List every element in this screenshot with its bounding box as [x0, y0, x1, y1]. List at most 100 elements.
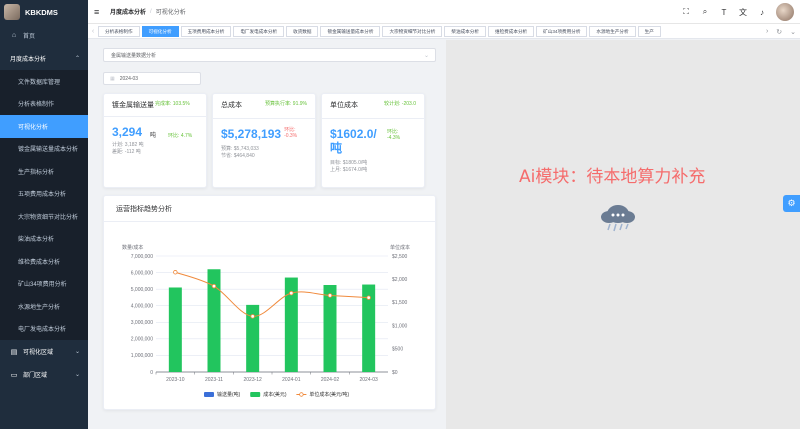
user-avatar[interactable]: [776, 3, 794, 21]
tag-item[interactable]: 分析表格制作: [98, 25, 140, 37]
sidebar-item-label: 矿山34项费用分析: [18, 282, 67, 289]
tags-tail: › ↻ ⌄: [762, 24, 800, 38]
tag-item[interactable]: 可视化分析: [141, 25, 179, 37]
card-unit: 吨: [150, 133, 157, 139]
sidebar-item[interactable]: 文件数据库管理: [0, 70, 88, 93]
card-title: 总成本: [221, 102, 242, 109]
y-tick-left: 5,000,000: [131, 287, 153, 293]
sidebar-item[interactable]: 可视化分析: [0, 115, 88, 138]
bar-cost: [168, 287, 182, 372]
header-actions: ⛶ ⌕ T 文 ♪: [681, 3, 794, 21]
sidebar-item-label: 文件数据库管理: [18, 79, 61, 86]
line-point: [211, 283, 217, 289]
card-divider: [322, 118, 424, 119]
settings-gear-icon[interactable]: ⚙: [783, 195, 800, 212]
translate-icon[interactable]: 文: [738, 7, 748, 17]
font-size-icon[interactable]: T: [719, 7, 729, 17]
sidebar-item[interactable]: 分析表格制作: [0, 93, 88, 116]
tag-item[interactable]: 水源地生产分析: [589, 25, 636, 37]
hamburger-icon[interactable]: ≡: [94, 7, 104, 17]
breadcrumb-item[interactable]: 月度成本分析: [110, 7, 146, 16]
sidebar-item[interactable]: 矿山34项费用分析: [0, 273, 88, 296]
sidebar-item[interactable]: 生产指标分析: [0, 160, 88, 183]
tag-item[interactable]: 柴油成本分析: [444, 25, 486, 37]
cloud-icon: [601, 205, 635, 232]
month-picker[interactable]: ▦ 2024-03: [103, 72, 201, 85]
chart-icon: ▤: [10, 348, 18, 356]
x-tick-label: 2023-12: [243, 377, 262, 383]
sidebar-item-home[interactable]: ⌂ 首页: [0, 24, 88, 47]
card-sub-2: 节省: $464,840: [221, 152, 255, 159]
card-divider: [213, 118, 315, 119]
fullscreen-icon[interactable]: ⛶: [681, 7, 691, 17]
tag-item[interactable]: 矿山34项费用分析: [536, 25, 588, 37]
chevron-up-icon: ⌃: [74, 56, 80, 62]
line-point: [173, 270, 178, 275]
trend-chart-card: 运营指标趋势分析 数量/成本 单位成本 0 1,000,000 2,000,000 3,0…: [103, 195, 436, 410]
y-axis-title-right: 单位成本: [390, 244, 410, 251]
chevron-right-icon[interactable]: ›: [766, 28, 768, 35]
home-icon: ⌂: [11, 32, 17, 39]
sidebar-item-label: 分析表格制作: [18, 102, 55, 109]
sidebar-item-label: 电厂发电成本分析: [18, 327, 67, 334]
x-tick-label: 2023-11: [205, 377, 223, 383]
y-tick-left: 1,000,000: [131, 353, 153, 359]
ai-placeholder-text: Ai模块：待本地算力补充: [519, 167, 706, 187]
chevron-down-icon[interactable]: ⌄: [790, 28, 796, 36]
legend-swatch: [250, 392, 261, 397]
breadcrumb-separator: /: [150, 8, 152, 15]
dataset-select[interactable]: 金属输送量数据分析 ⌄: [103, 48, 436, 62]
sidebar-item-label: 柴油成本分析: [18, 237, 55, 244]
breadcrumb-current: 可视化分析: [155, 10, 186, 16]
card-compare: 环比: -0.3%: [284, 127, 298, 139]
tag-item[interactable]: 镀金属输送量成本分析: [320, 25, 381, 37]
kpi-card-unit-cost: 单位成本 较计划: -203.0 $1602.0/吨 环比: -4.3% 目标:…: [321, 93, 425, 188]
tag-item[interactable]: 电厂发电成本分析: [233, 25, 285, 37]
sidebar-group-label: 部门区域: [23, 373, 48, 379]
sidebar-group-visual[interactable]: ▤ 可视化区域 ⌄: [0, 340, 88, 363]
card-compare: 环比: -4.3%: [387, 129, 401, 141]
card-title: 镀金属输送量: [112, 102, 154, 109]
sidebar-item[interactable]: 五项费用成本分析: [0, 183, 88, 206]
sidebar-item-label: 可视化分析: [18, 124, 49, 131]
sidebar-group-monthly[interactable]: 月度成本分析 ⌃: [0, 47, 88, 70]
tag-item[interactable]: 大宗物资细节对比分析: [382, 25, 443, 37]
legend-swatch: [204, 392, 214, 397]
bar-cost: [323, 285, 337, 372]
sidebar-item[interactable]: 柴油成本分析: [0, 228, 88, 251]
sidebar-item-label: 五项费用成本分析: [18, 192, 67, 199]
app-name: KBKDMS: [25, 7, 58, 17]
sidebar-item[interactable]: 电厂发电成本分析: [0, 318, 88, 341]
chevron-left-icon[interactable]: ‹: [88, 28, 98, 35]
bell-icon[interactable]: ♪: [757, 7, 767, 17]
line-point: [250, 314, 255, 319]
card-sub-2: 差距: -112 吨: [112, 148, 141, 155]
dataset-select-value: 金属输送量数据分析: [111, 52, 157, 59]
card-value: $5,278,193: [221, 127, 282, 141]
monitor-icon: ▭: [10, 371, 18, 379]
tag-item[interactable]: 收货数据: [286, 25, 319, 37]
sidebar-group-label: 月度成本分析: [10, 57, 47, 63]
y-tick-left: 2,000,000: [131, 337, 153, 343]
tag-item[interactable]: 五项费用成本分析: [180, 25, 232, 37]
sidebar-item[interactable]: 大宗物资细节对比分析: [0, 205, 88, 228]
app-logo[interactable]: KBKDMS: [0, 0, 88, 24]
tag-item[interactable]: 维检费成本分析: [487, 25, 535, 37]
sidebar-item[interactable]: 镀金属输送量成本分析: [0, 138, 88, 161]
y-tick-left: 6,000,000: [131, 270, 153, 276]
tag-item[interactable]: 生产: [637, 25, 661, 37]
search-icon[interactable]: ⌕: [700, 7, 710, 17]
card-value: 3,294: [112, 125, 143, 139]
card-sub-2: 上月: $1674.0/吨: [330, 166, 368, 173]
sidebar-item-label: 镀金属输送量成本分析: [18, 147, 79, 154]
refresh-icon[interactable]: ↻: [776, 28, 782, 36]
sidebar-group-dept[interactable]: ▭ 部门区域 ⌄: [0, 363, 88, 386]
sidebar-item[interactable]: 水源地生产分析: [0, 295, 88, 318]
sidebar-item[interactable]: 维检费成本分析: [0, 250, 88, 273]
sidebar-item-label: 维检费成本分析: [18, 259, 61, 266]
month-picker-value: 2024-03: [119, 75, 139, 82]
card-compare: 环比: 4.7%: [168, 133, 193, 139]
x-tick-label: 2024-02: [321, 377, 340, 383]
y-tick-right: $500: [392, 347, 403, 353]
line-point: [327, 293, 333, 298]
